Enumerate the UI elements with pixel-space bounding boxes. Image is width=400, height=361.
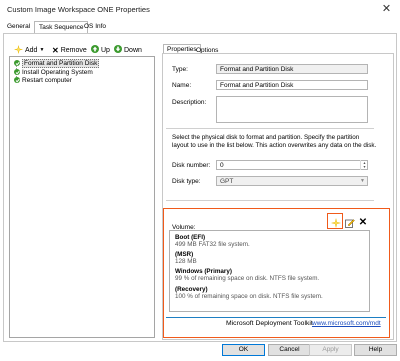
disk-number-field[interactable]: 0: [216, 160, 368, 170]
tree-item-restart[interactable]: Restart computer: [14, 76, 72, 84]
check-icon: [14, 60, 20, 66]
add-button[interactable]: Add ▼: [14, 44, 45, 56]
help-text: Select the physical disk to format and p…: [172, 134, 377, 149]
tab-os-info[interactable]: OS Info: [84, 23, 106, 30]
tree-item-label: Restart computer: [22, 76, 72, 84]
add-volume-icon[interactable]: [330, 217, 342, 228]
tab-general[interactable]: General: [7, 23, 30, 30]
window-title: Custom Image Workspace ONE Properties: [7, 5, 150, 14]
add-label: Add: [25, 46, 38, 54]
chevron-down-icon: ▼: [360, 178, 365, 184]
disk-number-spinner[interactable]: ▲ ▼: [360, 160, 368, 170]
chevron-down-icon: ▼: [362, 165, 367, 169]
help-button[interactable]: Help: [354, 344, 397, 356]
chevron-down-icon: ▼: [39, 47, 45, 53]
up-label: Up: [101, 46, 110, 54]
down-label: Down: [124, 46, 142, 54]
volume-detail: 128 MB: [175, 258, 197, 265]
check-icon: [14, 77, 20, 83]
up-button[interactable]: Up: [91, 45, 110, 55]
type-label: Type:: [172, 66, 188, 73]
mdt-link[interactable]: www.microsoft.com/mdt: [312, 320, 381, 327]
remove-label: Remove: [60, 46, 87, 54]
apply-button[interactable]: Apply: [309, 344, 352, 356]
volume-detail: 99 % of remaining space on disk. NTFS fi…: [175, 275, 320, 282]
tree-item-install-os[interactable]: Install Operating System: [14, 68, 93, 76]
volume-name: Windows (Primary): [175, 268, 232, 275]
volume-list[interactable]: Boot (EFI) 499 MB FAT32 file system. (MS…: [169, 230, 370, 312]
close-icon[interactable]: ✕: [379, 2, 394, 16]
list-item[interactable]: Windows (Primary) 99 % of remaining spac…: [175, 268, 319, 282]
disk-type-select[interactable]: GPT: [216, 176, 368, 186]
tree-item-label: Format and Partition Disk: [22, 58, 100, 68]
tab-strip: General Task Sequence OS Info: [0, 19, 400, 34]
tree-item-format-disk[interactable]: Format and Partition Disk: [14, 58, 100, 68]
edit-volume-icon[interactable]: [344, 217, 356, 228]
cancel-button[interactable]: Cancel: [268, 344, 311, 356]
volume-name: (MSR): [175, 251, 194, 258]
volume-detail: 499 MB FAT32 file system.: [175, 241, 250, 248]
remove-icon: ✕: [52, 45, 59, 55]
tree-item-label: Install Operating System: [22, 68, 93, 76]
down-arrow-icon: [114, 45, 122, 55]
disk-number-label: Disk number:: [172, 162, 211, 169]
list-item[interactable]: (Recovery) 100 % of remaining space on d…: [175, 286, 323, 300]
disk-type-label: Disk type:: [172, 178, 201, 185]
task-sequence-tree[interactable]: Format and Partition Disk Install Operat…: [9, 56, 155, 338]
up-arrow-icon: [91, 45, 99, 55]
volume-detail: 100 % of remaining space on disk. NTFS f…: [175, 293, 323, 300]
remove-button[interactable]: ✕ Remove: [52, 45, 87, 55]
description-field[interactable]: [216, 96, 368, 123]
add-icon: [14, 44, 23, 56]
volume-name: (Recovery): [175, 286, 208, 293]
name-label: Name:: [172, 82, 192, 89]
down-button[interactable]: Down: [114, 45, 142, 55]
divider: [166, 128, 374, 129]
name-field[interactable]: Format and Partition Disk: [216, 80, 368, 90]
check-icon: [14, 69, 20, 75]
list-item[interactable]: Boot (EFI) 499 MB FAT32 file system.: [175, 234, 250, 248]
mdt-product-label: Microsoft Deployment Toolkit: [226, 320, 313, 327]
type-field: Format and Partition Disk: [216, 64, 368, 74]
ok-button[interactable]: OK: [222, 344, 265, 356]
delete-volume-icon[interactable]: ✕: [357, 217, 369, 228]
volume-name: Boot (EFI): [175, 234, 206, 241]
list-item[interactable]: (MSR) 128 MB: [175, 251, 197, 265]
divider: [166, 200, 374, 201]
description-label: Description:: [172, 99, 207, 106]
